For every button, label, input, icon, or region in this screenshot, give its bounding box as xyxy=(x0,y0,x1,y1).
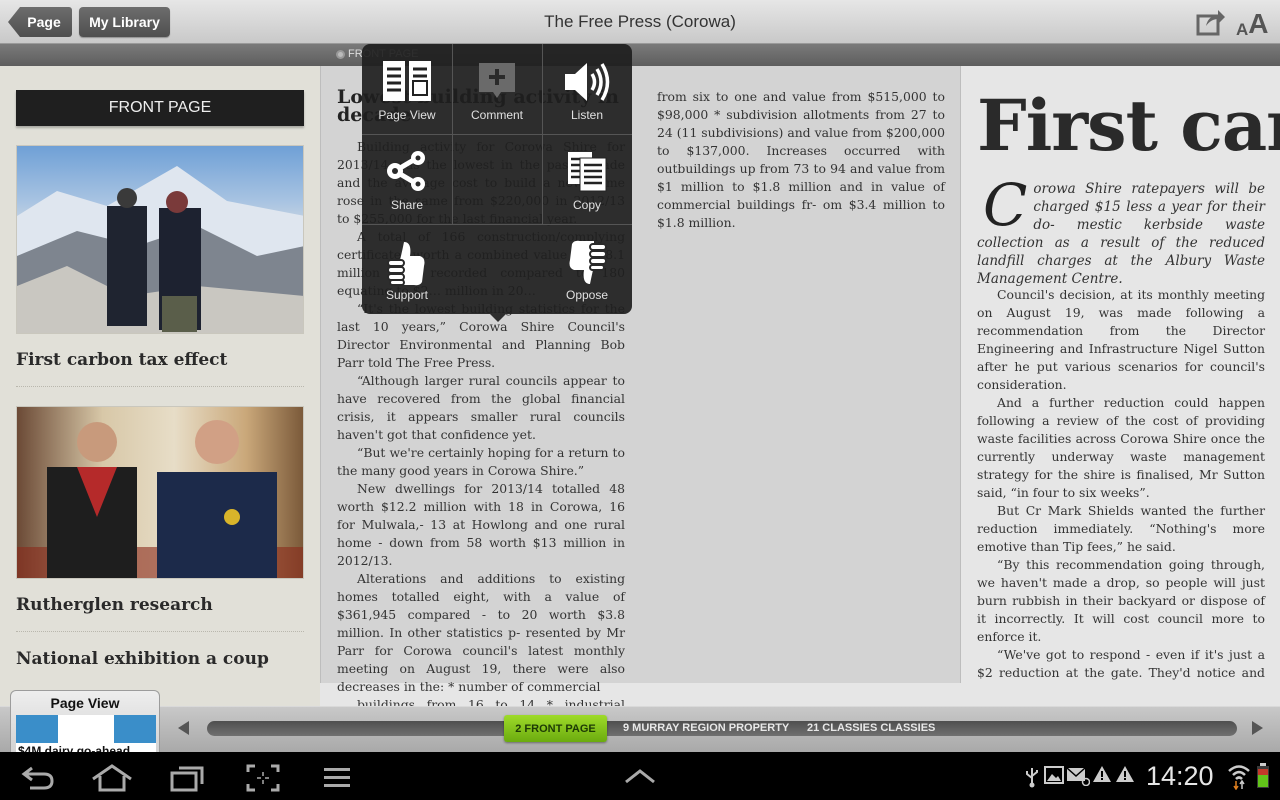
wifi-icon xyxy=(1228,765,1250,790)
people-photo-illustration xyxy=(17,420,303,578)
story-photo-mountain[interactable] xyxy=(16,145,304,334)
copy-icon xyxy=(568,152,607,192)
page-view-icon xyxy=(383,61,431,101)
menu-item-support[interactable]: Support xyxy=(362,224,452,314)
menu-item-page-view[interactable]: Page View xyxy=(362,44,452,134)
expand-up-icon[interactable] xyxy=(624,768,656,784)
story-sidebar: FRONT PAGE First carbon tax effect Ruthe… xyxy=(0,66,320,706)
menu-item-label: Listen xyxy=(570,108,604,122)
publication-title: The Free Press (Corowa) xyxy=(544,12,736,31)
article-paragraph: from six to one and value from $515,000 … xyxy=(657,89,945,230)
speaker-icon xyxy=(565,63,610,101)
battery-charging-icon xyxy=(1257,763,1269,788)
thumbnail-weather-panel xyxy=(114,715,156,743)
back-icon[interactable] xyxy=(20,764,56,790)
font-size-small-glyph: A xyxy=(1236,20,1249,39)
menu-item-listen[interactable]: Listen xyxy=(542,44,632,134)
menu-item-comment[interactable]: Comment xyxy=(452,44,542,134)
action-bar: Page My Library The Free Press (Corowa) … xyxy=(0,0,1280,44)
back-to-page-button[interactable]: Page xyxy=(8,7,72,37)
article-paragraph: And a further reduction could happen fol… xyxy=(977,395,1265,500)
article-paragraph: But Cr Mark Shields wanted the further r… xyxy=(977,503,1265,554)
share-out-icon[interactable] xyxy=(1196,8,1226,36)
thumbs-down-icon xyxy=(569,240,607,284)
story-divider xyxy=(16,386,304,387)
article-paragraph: “We've got to respond - even if it's jus… xyxy=(977,647,1265,680)
mountain-photo-illustration xyxy=(17,166,303,333)
article-paragraph: “But we're certainly hoping for a return… xyxy=(337,445,625,478)
section-marker[interactable]: 21 CLASSIES CLASSIES xyxy=(807,722,935,734)
warning-icon xyxy=(1093,766,1111,782)
next-article-body: Council's decision, at its monthly meeti… xyxy=(977,286,1265,683)
section-marker[interactable]: 9 MURRAY REGION PROPERTY xyxy=(623,722,789,734)
reader-content: FRONT PAGE First carbon tax effect Ruthe… xyxy=(0,66,1280,730)
menu-item-oppose[interactable]: Oppose xyxy=(542,224,632,314)
font-size-button[interactable]: A A xyxy=(1236,6,1272,39)
sidebar-section-header: FRONT PAGE xyxy=(16,90,304,126)
article-paragraph: New dwellings for 2013/14 totalled 48 wo… xyxy=(337,481,625,568)
page-view-tab-label: Page View xyxy=(50,695,120,711)
page-view-tab[interactable]: Page View $4M dairy go-ahead xyxy=(10,690,160,752)
my-library-button[interactable]: My Library xyxy=(79,7,170,37)
email-icon xyxy=(1066,767,1090,786)
menu-item-empty xyxy=(452,224,542,314)
next-section-arrow-icon[interactable] xyxy=(1252,721,1263,735)
menu-item-label: Share xyxy=(390,198,424,212)
article-action-menu: Page View Comment Listen Share Copy Supp… xyxy=(362,44,632,322)
thumbs-up-icon xyxy=(387,242,425,286)
next-article-standfirst: Corowa Shire ratepayers will be charged … xyxy=(977,171,1265,288)
share-icon xyxy=(387,151,425,191)
menu-item-empty xyxy=(452,134,542,224)
next-article-headline: First car xyxy=(977,84,1280,167)
page-thumbnail: $4M dairy go-ahead xyxy=(16,715,156,752)
home-icon[interactable] xyxy=(90,764,134,792)
screenshot-icon[interactable] xyxy=(246,764,280,792)
article-paragraph: Council's decision, at its monthly meeti… xyxy=(977,287,1265,392)
story-link[interactable]: Rutherglen research xyxy=(16,595,304,615)
article-paragraph: Alterations and additions to existing ho… xyxy=(337,571,625,694)
font-size-big-glyph: A xyxy=(1248,8,1269,39)
section-bar: FRONT PAGE xyxy=(0,44,1280,66)
story-divider xyxy=(16,631,304,632)
menu-item-label: Page View xyxy=(378,108,436,122)
drop-cap: C xyxy=(983,171,1028,239)
current-section-handle[interactable]: 2 FRONT PAGE xyxy=(504,715,607,742)
menu-item-copy[interactable]: Copy xyxy=(542,134,632,224)
usb-icon xyxy=(1026,768,1038,788)
menu-item-label: Oppose xyxy=(565,288,609,302)
thumbnail-caption: $4M dairy go-ahead xyxy=(18,744,131,752)
menu-item-share[interactable]: Share xyxy=(362,134,452,224)
system-navigation-bar: 14:20 xyxy=(0,752,1280,800)
story-link[interactable]: National exhibition a coup xyxy=(16,649,304,669)
menu-item-label: Comment xyxy=(470,108,523,122)
article-paragraph: “Although larger rural councils appear t… xyxy=(337,373,625,442)
thumbnail-weather-panel xyxy=(16,715,58,743)
recent-apps-icon[interactable] xyxy=(170,764,206,792)
story-photo-people[interactable] xyxy=(16,406,304,579)
article-column-middle: from six to one and value from $515,000 … xyxy=(657,88,945,232)
article-paragraph: “By this recommendation going through, w… xyxy=(977,557,1265,644)
menu-item-label: Copy xyxy=(572,198,601,212)
status-clock: 14:20 xyxy=(1146,761,1214,791)
menu-icon[interactable] xyxy=(323,764,351,790)
story-link[interactable]: First carbon tax effect xyxy=(16,350,304,370)
menu-item-label: Support xyxy=(385,288,429,302)
section-dot-icon xyxy=(336,49,345,59)
next-article-panel[interactable]: First car Corowa Shire ratepayers will b… xyxy=(960,66,1280,683)
warning-icon xyxy=(1116,766,1134,782)
previous-section-arrow-icon[interactable] xyxy=(178,721,189,735)
gallery-icon xyxy=(1044,766,1064,784)
comment-icon xyxy=(479,63,515,98)
